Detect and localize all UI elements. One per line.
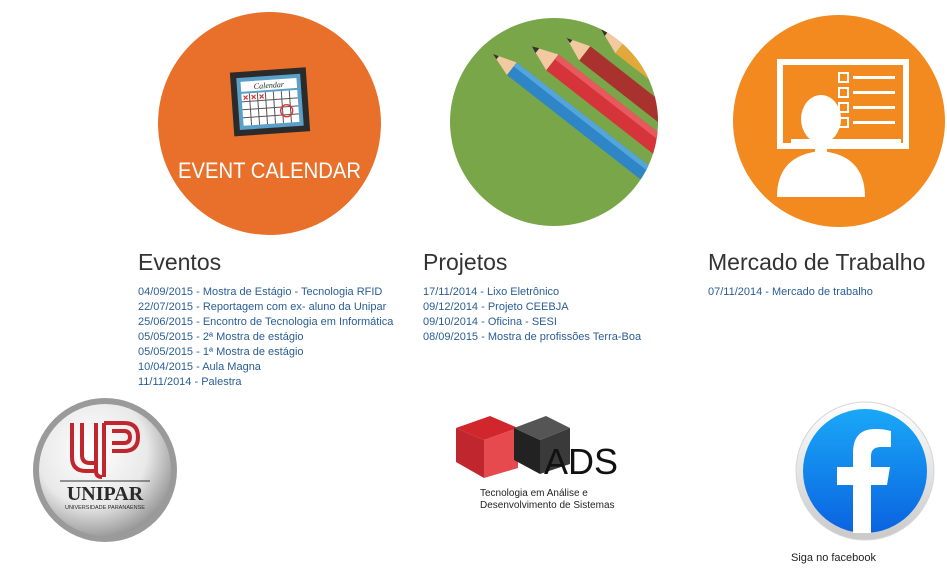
eventos-link[interactable]: 05/05/2015 - 2ª Mostra de estágio: [138, 330, 393, 345]
facebook-icon: [795, 401, 935, 541]
projetos-link[interactable]: 09/12/2014 - Projeto CEEBJA: [423, 300, 641, 315]
facebook-link[interactable]: [795, 401, 935, 541]
event-calendar-image[interactable]: Calendar EVENT CALENDAR: [158, 12, 381, 235]
svg-text:UNIPAR: UNIPAR: [67, 483, 144, 505]
projetos-link[interactable]: 08/09/2015 - Mostra de profissões Terra-…: [423, 330, 641, 345]
projetos-title: Projetos: [423, 249, 508, 275]
projetos-section: Projetos 17/11/2014 - Lixo Eletrônico 09…: [423, 249, 641, 345]
pencils-icon: [492, 29, 658, 205]
mercado-title: Mercado de Trabalho: [708, 249, 926, 275]
facebook-caption: Siga no facebook: [791, 552, 877, 564]
projetos-link[interactable]: 17/11/2014 - Lixo Eletrônico: [423, 285, 641, 300]
eventos-section: Eventos 04/09/2015 - Mostra de Estágio -…: [138, 249, 393, 390]
svg-text:Desenvolvimento de Sistemas: Desenvolvimento de Sistemas: [480, 500, 615, 511]
mercado-section: Mercado de Trabalho 07/11/2014 - Mercado…: [708, 249, 925, 300]
projetos-link[interactable]: 09/10/2014 - Oficina - SESI: [423, 315, 641, 330]
svg-text:ADS: ADS: [544, 441, 618, 482]
event-calendar-caption: EVENT CALENDAR: [178, 158, 361, 183]
eventos-link[interactable]: 22/07/2015 - Reportagem com ex- aluno da…: [138, 300, 393, 315]
svg-text:Tecnologia em Análise e: Tecnologia em Análise e: [480, 488, 588, 499]
svg-text:UNIVERSIDADE PARANAENSE: UNIVERSIDADE PARANAENSE: [65, 505, 145, 511]
unipar-logo[interactable]: UNIPAR UNIVERSIDADE PARANAENSE: [32, 397, 178, 543]
projetos-image[interactable]: [450, 18, 658, 226]
eventos-link[interactable]: 10/04/2015 - Aula Magna: [138, 360, 393, 375]
mercado-link[interactable]: 07/11/2014 - Mercado de trabalho: [708, 285, 925, 300]
mercado-image[interactable]: [733, 15, 945, 227]
eventos-link[interactable]: 04/09/2015 - Mostra de Estágio - Tecnolo…: [138, 285, 393, 300]
eventos-link[interactable]: 11/11/2014 - Palestra: [138, 375, 393, 390]
ads-logo[interactable]: ADS Tecnologia em Análise e Desenvolvime…: [452, 410, 632, 514]
checklist-presentation-icon: [777, 59, 909, 197]
eventos-link[interactable]: 25/06/2015 - Encontro de Tecnologia em I…: [138, 315, 393, 330]
eventos-link[interactable]: 05/05/2015 - 1ª Mostra de estágio: [138, 345, 393, 360]
eventos-title: Eventos: [138, 249, 222, 275]
calendar-icon: Calendar: [229, 67, 311, 137]
